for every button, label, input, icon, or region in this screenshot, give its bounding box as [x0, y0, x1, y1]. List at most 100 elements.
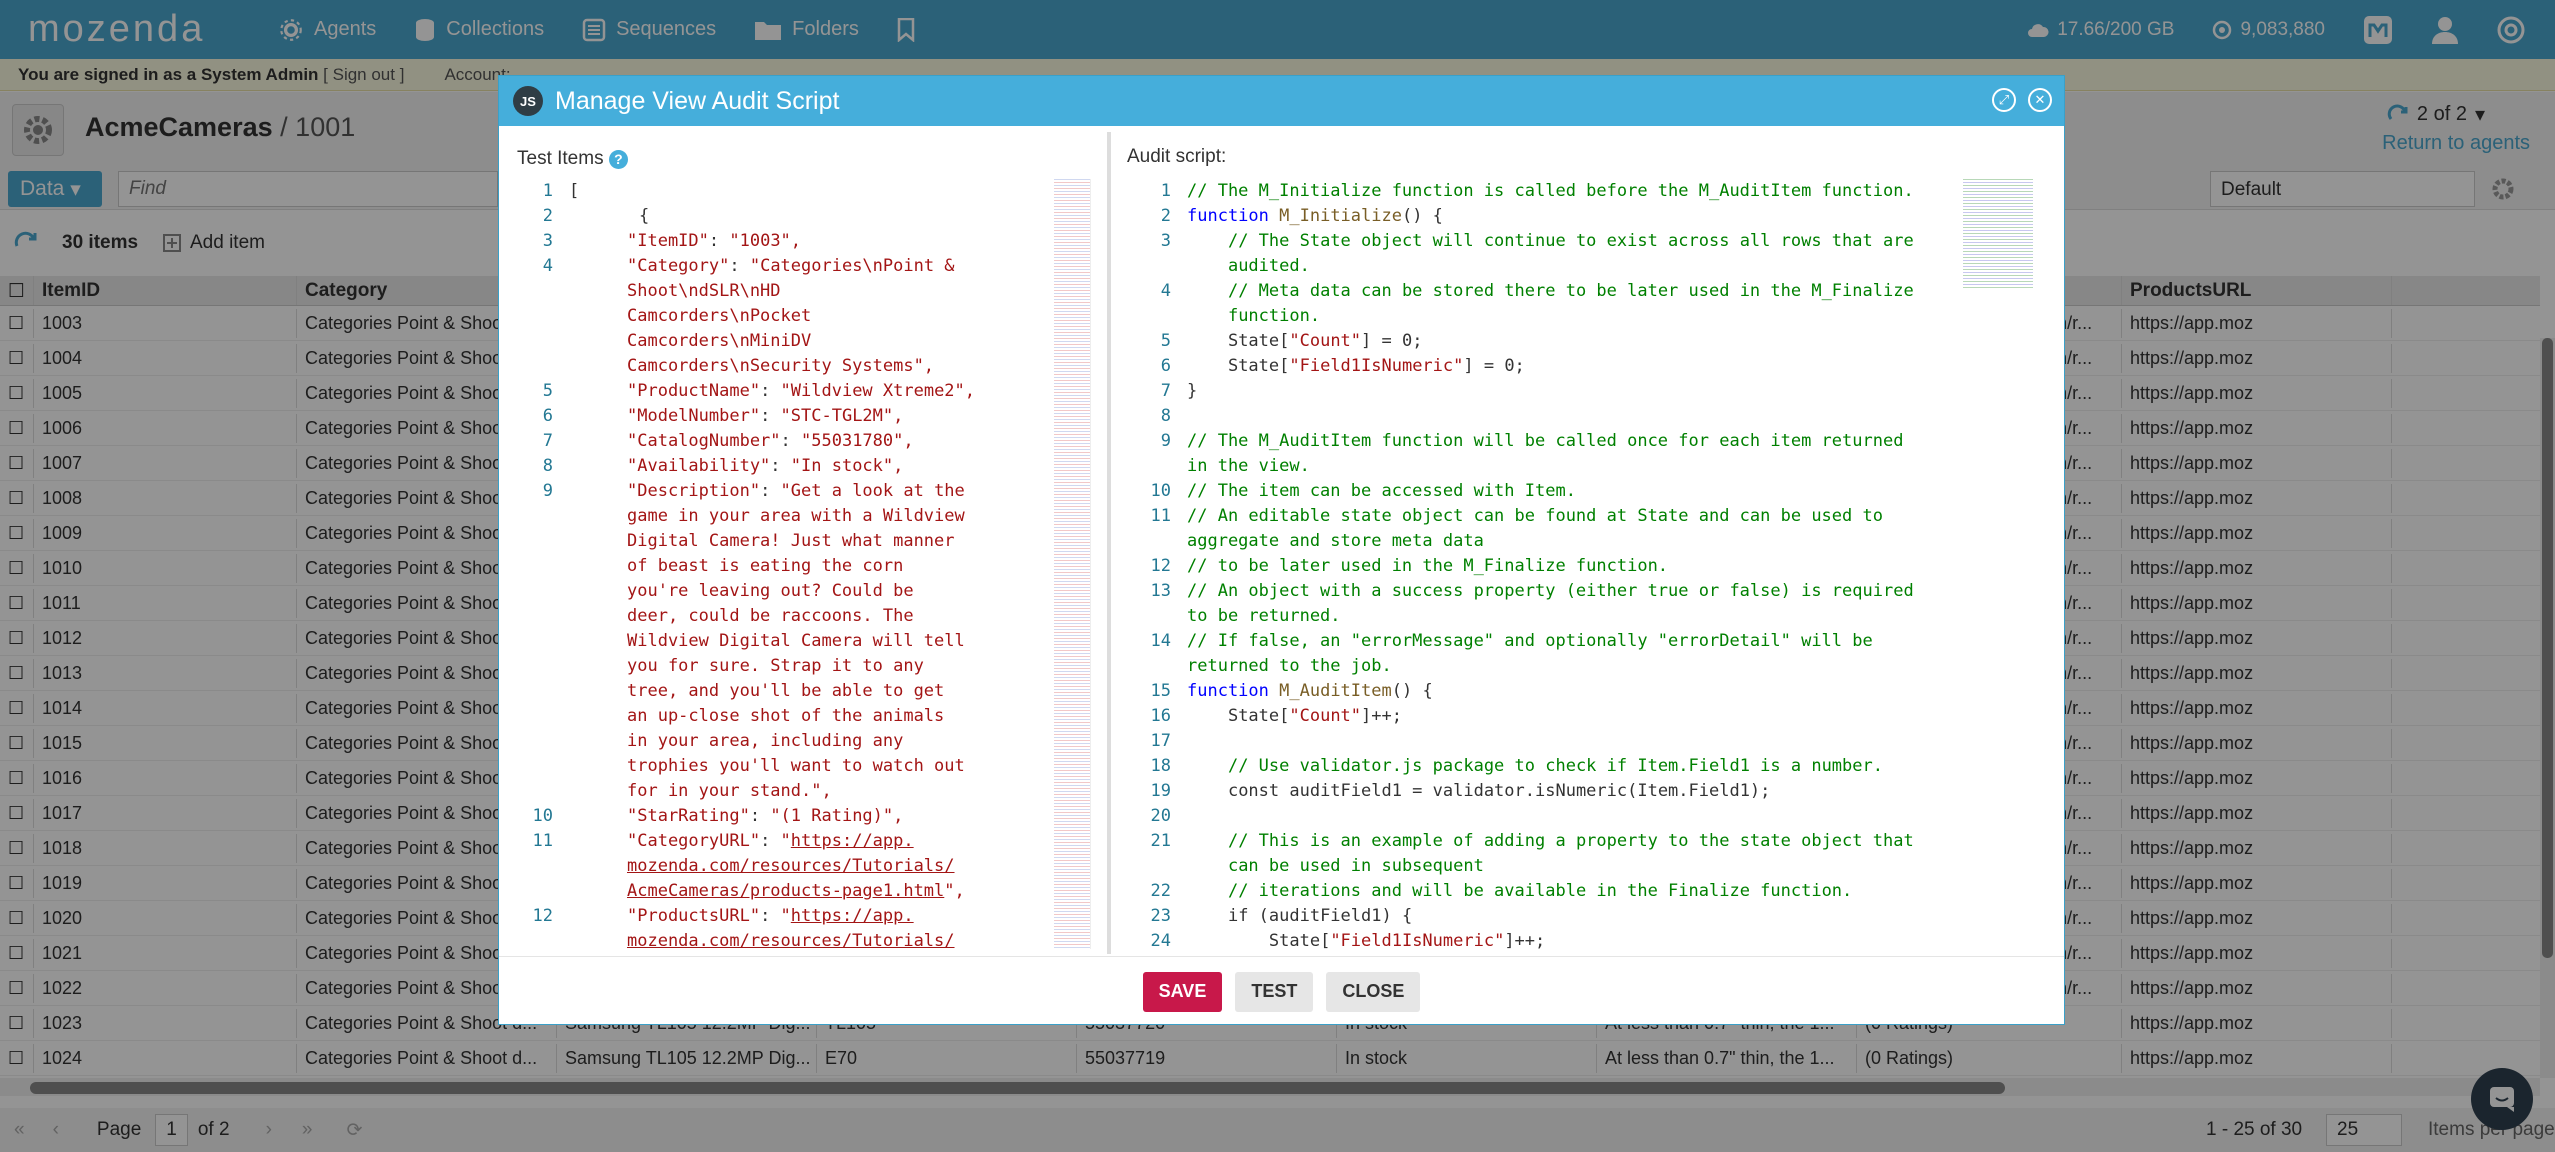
line-number: 21 [1150, 831, 1171, 851]
test-items-minimap[interactable] [1054, 179, 1090, 949]
json-value: deer, could be raccoons. The [627, 606, 914, 626]
code-comment: // An editable state object can be found… [1187, 506, 1883, 526]
line-number [511, 504, 569, 529]
code-text: game in your area with a Wildview [569, 504, 1090, 529]
json-value: "(1 Rating)", [770, 806, 904, 826]
code-line: 16 State["Count"]++; [1129, 704, 2057, 729]
line-number: 5 [1160, 331, 1171, 351]
code-text: [ [569, 179, 1090, 204]
line-number: 12 [1150, 556, 1171, 576]
line-number: 6 [1160, 356, 1171, 376]
code-comment: // If false, an "errorMessage" and optio… [1187, 631, 1873, 651]
code-line: 1[ [511, 179, 1090, 204]
line-number: 4 [1160, 281, 1171, 301]
code-line: mozenda.com/resources/Tutorials/ [511, 929, 1090, 949]
code-line: 13 // An object with a success property (… [1129, 579, 2057, 604]
code-text: } [1187, 379, 2057, 404]
code-line: 4 // Meta data can be stored there to be… [1129, 279, 2057, 304]
code-string: "Count" [1289, 706, 1362, 726]
close-button[interactable]: CLOSE [1326, 971, 1421, 1012]
audit-script-minimap[interactable] [1963, 179, 2033, 289]
json-text: [ [569, 181, 580, 201]
code-comment: audited. [1187, 256, 1310, 276]
code-text: "Description": "Get a look at the [627, 481, 965, 501]
test-button[interactable]: TEST [1235, 971, 1314, 1012]
code-function-name: M_Initialize [1279, 206, 1402, 226]
code-line: 7 "CatalogNumber": "55031780", [511, 429, 1090, 454]
code-text: function. [1187, 304, 2057, 329]
line-number: 11 [532, 831, 553, 851]
json-url[interactable]: https://app. [791, 831, 914, 851]
json-value: you're leaving out? Could be [627, 581, 914, 601]
line-number [511, 529, 569, 554]
line-number: 1 [542, 181, 553, 201]
json-url[interactable]: mozenda.com/resources/Tutorials/ [627, 856, 955, 876]
panel-splitter[interactable] [1107, 132, 1111, 954]
line-number: 23 [1150, 906, 1171, 926]
code-line: 2 function M_Initialize() { [1129, 204, 2057, 229]
code-plain: State[ [1187, 356, 1290, 376]
code-text: State["Field1IsNumeric"]++; [1187, 929, 2057, 949]
json-url[interactable]: mozenda.com/resources/Tutorials/ [627, 931, 955, 949]
line-number [511, 279, 569, 304]
code-text: to be returned. [1187, 604, 2057, 629]
code-text: Camcorders\nPocket [569, 304, 1090, 329]
test-items-editor[interactable]: 1[2 {3 "ItemID": "1003", 4 "Category": "Cat… [511, 179, 1091, 949]
js-icon: JS [513, 86, 543, 116]
code-text: you're leaving out? Could be [569, 579, 1090, 604]
json-value: tree, and you'll be able to get [627, 681, 945, 701]
code-line: 1 // The M_Initialize function is called … [1129, 179, 2057, 204]
code-text: mozenda.com/resources/Tutorials/ [569, 854, 1090, 879]
question-icon[interactable]: ? [608, 150, 628, 169]
code-plain: if (auditField1) { [1187, 906, 1413, 926]
line-number: 4 [542, 256, 553, 276]
code-text: function M_Initialize() { [1187, 204, 2057, 229]
line-number [511, 679, 569, 704]
code-line: Wildview Digital Camera will tell [511, 629, 1090, 654]
json-value: "STC-TGL2M", [780, 406, 904, 426]
save-button[interactable]: SAVE [1142, 971, 1223, 1012]
json-value: Wildview Digital Camera will tell [627, 631, 965, 651]
code-keyword: function [1187, 681, 1269, 701]
line-number: 12 [532, 906, 553, 926]
code-line: 17 [1129, 729, 2057, 754]
code-text: "Category": "Categories\nPoint & [627, 256, 955, 276]
code-text: // If false, an "errorMessage" and optio… [1187, 629, 2057, 654]
line-number [511, 929, 569, 949]
code-line: 10 // The item can be accessed with Item. [1129, 479, 2057, 504]
code-text: AcmeCameras/products-page1.html", [569, 879, 1090, 904]
close-icon[interactable]: ✕ [2028, 88, 2052, 112]
test-items-label: Test Items [517, 148, 604, 169]
code-text: // This is an example of adding a proper… [1187, 829, 2057, 854]
code-text: "CategoryURL": "https://app. [627, 831, 914, 851]
code-line: Shoot\ndSLR\nHD [511, 279, 1090, 304]
code-line: Camcorders\nMiniDV [511, 329, 1090, 354]
json-url[interactable]: AcmeCameras/products-page1.html [627, 881, 944, 901]
code-text: can be used in subsequent [1187, 854, 2057, 879]
line-number: 2 [542, 206, 553, 226]
json-value: for in your stand.", [627, 781, 832, 801]
code-string: "Field1IsNumeric" [1330, 931, 1505, 949]
code-text: an up-close shot of the animals [569, 704, 1090, 729]
line-number [511, 354, 569, 379]
audit-script-editor[interactable]: 1 // The M_Initialize function is called … [1129, 179, 2057, 949]
line-number [1129, 254, 1187, 279]
code-rest: ] = 0; [1463, 356, 1525, 376]
code-text: // The item can be accessed with Item. [1187, 479, 2057, 504]
json-url[interactable]: https://app. [791, 906, 914, 926]
line-number: 10 [1150, 481, 1171, 501]
line-number: 3 [542, 231, 553, 251]
code-text: // Meta data can be stored there to be l… [1187, 279, 2057, 304]
code-comment: in the view. [1187, 456, 1310, 476]
line-number [511, 604, 569, 629]
json-value: "1003", [729, 231, 802, 251]
code-text: returned to the job. [1187, 654, 2057, 679]
line-number: 20 [1150, 806, 1171, 826]
maximize-icon[interactable]: ⤢ [1992, 88, 2016, 112]
json-value: Camcorders\nMiniDV [627, 331, 812, 351]
code-line: function. [1129, 304, 2057, 329]
code-line: 14 // If false, an "errorMessage" and opt… [1129, 629, 2057, 654]
code-plain: } [1187, 381, 1198, 401]
code-text: mozenda.com/resources/Tutorials/ [569, 929, 1090, 949]
